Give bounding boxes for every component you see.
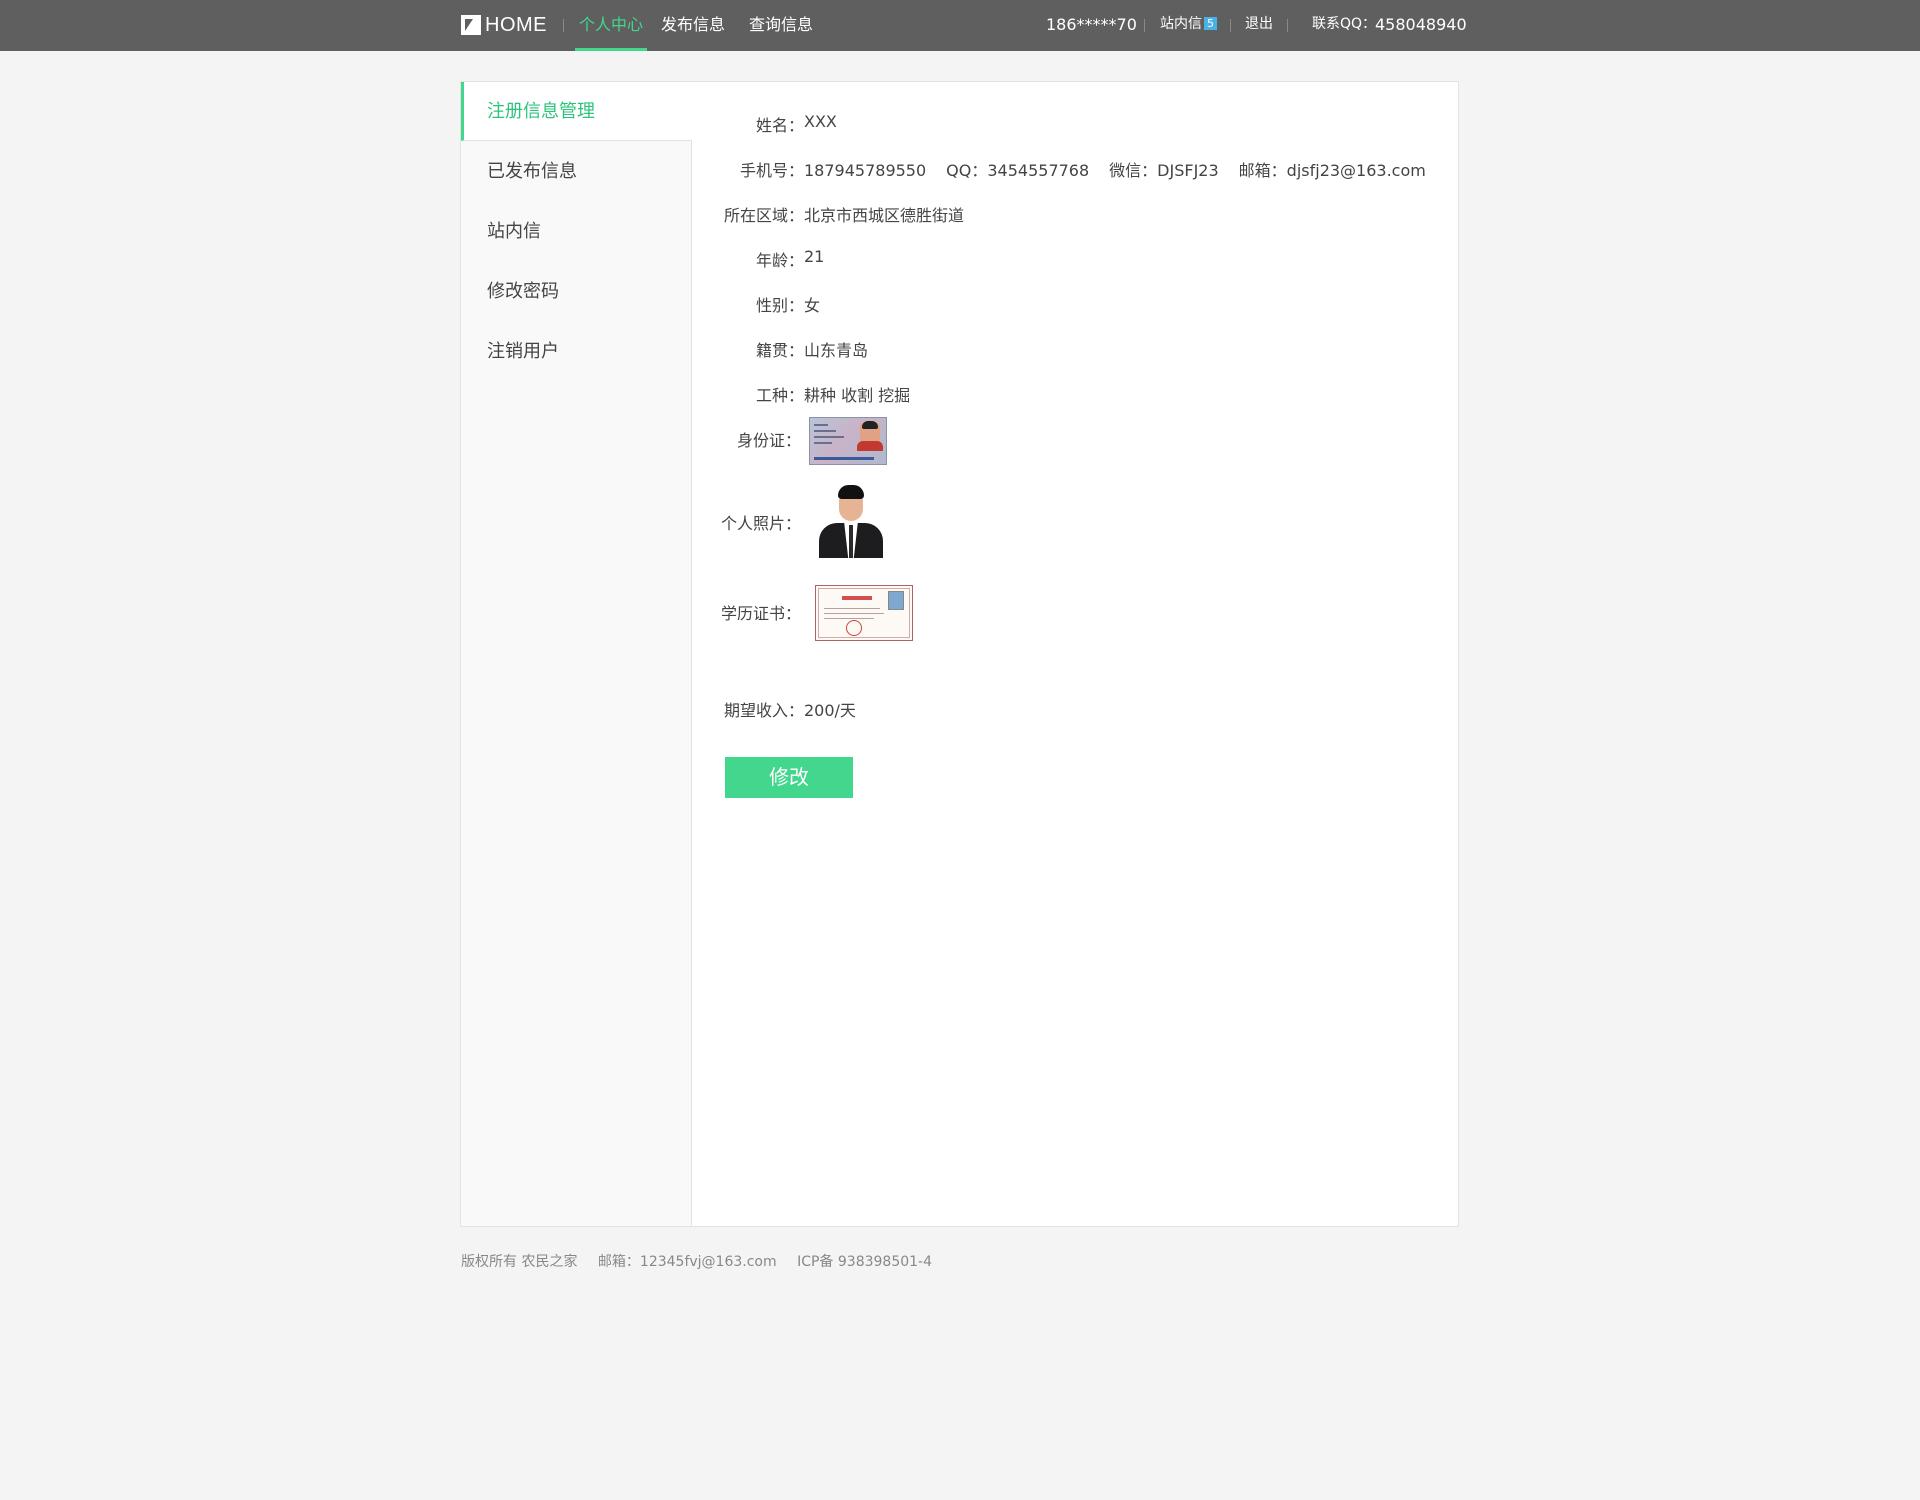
income-value: 200/天 [804,701,856,720]
sidebar-item-change-password[interactable]: 修改密码 [461,262,691,321]
logout-link[interactable]: 退出 [1245,0,1273,49]
seal-icon [846,620,862,636]
wechat-label: 微信： [1109,161,1158,180]
nav-personal-center[interactable]: 个人中心 [574,0,648,51]
messages-label: 站内信 [1160,16,1202,32]
contact-values: 187945789550 QQ：3454557768 微信：DJSFJ23 邮箱：dj… [804,157,1426,181]
age-label: 年龄： [755,251,804,270]
messages-count-badge: 5 [1204,17,1217,30]
name-value: XXX [804,112,837,131]
idcard-image[interactable] [809,417,887,465]
nav-publish-info[interactable]: 发布信息 [661,0,725,51]
sidebar-item-messages[interactable]: 站内信 [461,202,691,261]
trade-label: 工种： [755,386,804,405]
trade-value: 耕种 收割 挖掘 [804,386,911,405]
footer-copyright: 版权所有 农民之家 [461,1254,578,1270]
logo-icon [461,15,481,35]
footer-icp: ICP备 938398501-4 [797,1254,932,1270]
idcard-label: 身份证： [736,431,801,450]
messages-link[interactable]: 站内信 5 [1160,0,1217,49]
divider [1144,19,1145,32]
personal-photo-image[interactable] [815,483,887,558]
user-phone: 186*****70 [1046,15,1137,34]
footer-email: 邮箱：12345fvj@163.com [597,1254,777,1270]
region-label: 所在区域： [723,206,804,225]
sidebar-item-deactivate-user[interactable]: 注销用户 [461,322,691,381]
email-value: djsfj23@163.com [1286,161,1426,180]
diploma-certificate-image[interactable] [815,585,913,641]
home-logo[interactable]: HOME [461,14,547,36]
gender-value: 女 [804,296,821,315]
sidebar-item-registration-info[interactable]: 注册信息管理 [461,82,692,141]
divider [1287,19,1288,32]
sidebar-item-published-info[interactable]: 已发布信息 [461,142,691,201]
contact-qq-number: 458048940 [1375,15,1467,34]
hometown-value: 山东青岛 [804,341,869,360]
divider [563,19,564,32]
hometown-label: 籍贯： [755,341,804,360]
qq-value: 3454557768 [987,161,1090,180]
main-panel: 注册信息管理 已发布信息 站内信 修改密码 注销用户 姓名： XXX 手机号： … [460,81,1459,1227]
footer: 版权所有 农民之家 邮箱：12345fvj@163.com ICP备 93839… [461,1251,948,1271]
nav-query-info[interactable]: 查询信息 [749,0,813,51]
logo-text: HOME [485,13,547,36]
sidebar: 注册信息管理 已发布信息 站内信 修改密码 注销用户 [461,82,692,1226]
divider [1230,19,1231,32]
qq-label: QQ： [946,161,988,180]
diploma-label: 学历证书： [720,604,801,623]
phone-value: 187945789550 [804,161,927,180]
contact-qq-label: 联系QQ： [1312,16,1377,32]
idcard-portrait-icon [857,421,883,451]
diploma-portrait-icon [888,591,904,610]
gender-label: 性别： [755,296,804,315]
top-navbar: HOME 个人中心 发布信息 查询信息 186*****70 站内信 5 退出 联… [0,0,1920,51]
region-value: 北京市西城区德胜街道 [804,206,965,225]
name-label: 姓名： [755,116,804,135]
edit-button[interactable]: 修改 [725,757,853,798]
age-value: 21 [804,247,825,266]
wechat-value: DJSFJ23 [1157,161,1219,180]
income-label: 期望收入： [723,701,804,720]
profile-content: 姓名： XXX 手机号： 187945789550 QQ：3454557768 微信… [693,82,1458,1226]
email-label: 邮箱： [1238,161,1287,180]
phone-label: 手机号： [739,161,804,180]
photo-label: 个人照片： [720,514,801,533]
